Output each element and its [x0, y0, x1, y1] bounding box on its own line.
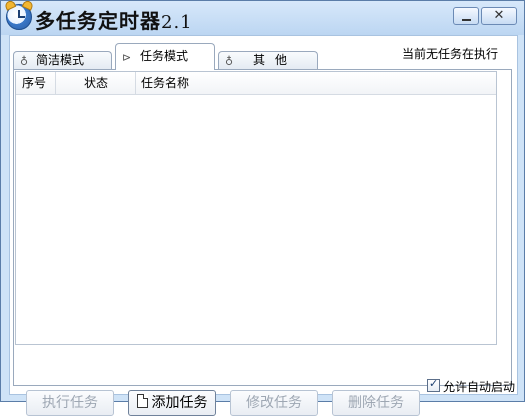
tab-simple-mode[interactable]: ♁ 简洁模式: [13, 51, 112, 69]
delete-task-label: 删除任务: [348, 395, 404, 411]
edit-task-label: 修改任务: [246, 395, 302, 411]
run-task-label: 执行任务: [42, 395, 98, 411]
list-header: 序号 状态 任务名称: [16, 72, 496, 95]
client-area: ♁ 简洁模式 ⊳ 任务模式 ♁ 其他 当前无任务在执行 序号 状态 任务名称 允…: [9, 35, 518, 416]
column-header-task-name[interactable]: 任务名称: [136, 72, 496, 94]
minimize-button[interactable]: [453, 7, 479, 25]
column-header-number[interactable]: 序号: [16, 72, 56, 94]
auto-start-label: 允许自动启动: [443, 380, 516, 394]
pin-icon: ♁: [20, 55, 29, 68]
tab-label: 任务模式: [140, 49, 189, 63]
task-mode-panel: 序号 状态 任务名称 允许自动启动 执行任务 添加任务 修改任务 删除任务: [13, 69, 515, 416]
column-header-status[interactable]: 状态: [56, 72, 136, 94]
tab-label: 简洁模式: [36, 53, 85, 67]
task-list[interactable]: 序号 状态 任务名称: [15, 71, 497, 345]
delete-task-button[interactable]: 删除任务: [332, 390, 420, 416]
alarm-clock-icon: [3, 0, 35, 30]
auto-start-checkbox[interactable]: [427, 377, 440, 392]
tab-other[interactable]: ♁ 其他: [218, 51, 318, 69]
close-icon: ✕: [493, 8, 505, 23]
window-title: 多任务定时器2.1: [35, 5, 193, 34]
edit-task-button[interactable]: 修改任务: [230, 390, 318, 416]
add-task-button[interactable]: 添加任务: [128, 390, 216, 416]
main-window: 多任务定时器2.1 ✕ ♁ 简洁模式 ⊳ 任务模式 ♁ 其他 当前无任务在执行 …: [0, 0, 525, 416]
tab-task-mode[interactable]: ⊳ 任务模式: [115, 43, 215, 70]
app-version: 2.1: [161, 12, 193, 33]
run-task-button[interactable]: 执行任务: [26, 390, 114, 416]
add-task-label: 添加任务: [151, 395, 208, 411]
app-title: 多任务定时器: [35, 9, 161, 33]
status-text: 当前无任务在执行: [402, 47, 499, 61]
play-doc-icon: ⊳: [122, 51, 132, 64]
title-bar[interactable]: 多任务定时器2.1 ✕: [1, 0, 524, 35]
pin-icon: ♁: [225, 55, 234, 68]
tab-label: 其他: [253, 53, 298, 67]
close-button[interactable]: ✕: [481, 7, 517, 25]
document-icon: [136, 394, 148, 408]
